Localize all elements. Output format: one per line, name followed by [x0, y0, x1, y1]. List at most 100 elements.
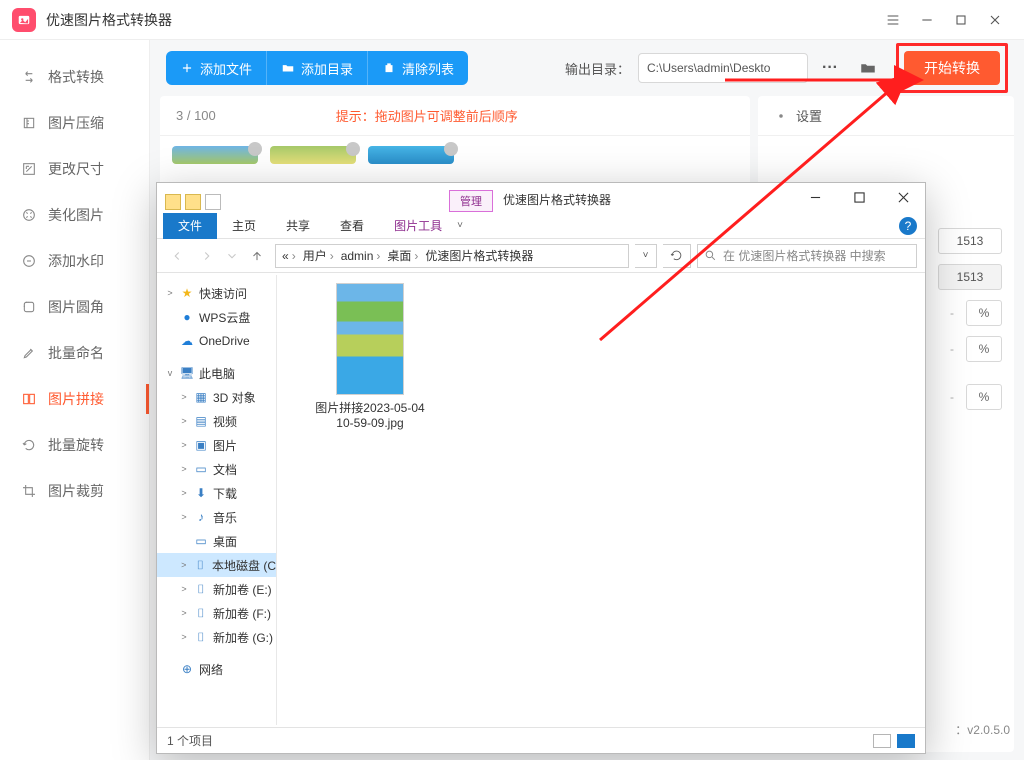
search-placeholder: 在 优速图片格式转换器 中搜索	[723, 247, 886, 264]
tree-item[interactable]: >▭文档	[157, 457, 276, 481]
sidebar-item-label: 批量命名	[48, 343, 104, 363]
breadcrumb-seg[interactable]: 用户	[303, 247, 337, 264]
ribbon-tab-share[interactable]: 共享	[271, 213, 325, 239]
image-count: 3 / 100	[176, 108, 216, 123]
sidebar-item-beautify[interactable]: 美化图片	[0, 192, 149, 238]
stitch-icon	[20, 390, 38, 408]
address-dropdown-button[interactable]: ˅	[635, 244, 657, 268]
view-mode-toggle[interactable]	[873, 734, 915, 748]
thumbnail[interactable]	[270, 146, 356, 164]
sidebar-item-label: 图片圆角	[48, 297, 104, 317]
sidebar-item-watermark[interactable]: 添加水印	[0, 238, 149, 284]
canvas-header: 3 / 100 提示：拖动图片可调整前后顺序	[160, 96, 750, 136]
help-icon[interactable]: ?	[899, 217, 917, 235]
unit-value[interactable]: %	[966, 300, 1002, 326]
open-folder-button[interactable]	[852, 53, 884, 83]
menu-button[interactable]	[876, 3, 910, 37]
unit-value[interactable]: %	[966, 336, 1002, 362]
search-icon	[704, 249, 717, 262]
ribbon-expand-icon[interactable]: ˅	[457, 220, 463, 231]
height-value[interactable]: 1513	[938, 264, 1002, 290]
sidebar-item-rename[interactable]: 批量命名	[0, 330, 149, 376]
breadcrumb-seg[interactable]: 桌面	[387, 247, 421, 264]
settings-label: 设置	[796, 106, 822, 125]
explorer-contextual-tab[interactable]: 管理	[449, 190, 493, 212]
nav-up-button[interactable]	[245, 244, 269, 268]
explorer-minimize-button[interactable]	[793, 183, 837, 211]
tree-item[interactable]: >⌷新加卷 (G:)	[157, 625, 276, 649]
explorer-close-button[interactable]	[881, 183, 925, 211]
sidebar-item-compress[interactable]: 图片压缩	[0, 100, 149, 146]
corner-icon	[20, 298, 38, 316]
tree-item[interactable]: ▭桌面	[157, 529, 276, 553]
sidebar-item-stitch[interactable]: 图片拼接	[0, 376, 149, 422]
address-box[interactable]: « 用户 admin 桌面 优速图片格式转换器	[275, 244, 629, 268]
tree-item[interactable]: >♪音乐	[157, 505, 276, 529]
sidebar-item-rotate[interactable]: 批量旋转	[0, 422, 149, 468]
sidebar-item-label: 格式转换	[48, 67, 104, 87]
tree-item[interactable]: >▣图片	[157, 433, 276, 457]
version-label: ：v2.0.5.0	[955, 721, 1010, 738]
sidebar-item-resize[interactable]: 更改尺寸	[0, 146, 149, 192]
sidebar-item-label: 批量旋转	[48, 435, 104, 455]
tree-item[interactable]: v🖥此电脑	[157, 361, 276, 385]
tree-icon: ⌷	[193, 581, 209, 597]
explorer-status-bar: 1 个项目	[157, 727, 925, 753]
refresh-button[interactable]	[663, 244, 691, 268]
sidebar-item-corner[interactable]: 图片圆角	[0, 284, 149, 330]
ribbon-tab-picture-tools[interactable]: 图片工具	[379, 213, 457, 239]
sidebar-item-crop[interactable]: 图片裁剪	[0, 468, 149, 514]
toolbar-button-group: 添加文件 添加目录 清除列表	[166, 51, 468, 85]
ribbon-tab-file[interactable]: 文件	[163, 213, 217, 239]
add-file-button[interactable]: 添加文件	[166, 51, 267, 85]
unit-value[interactable]: %	[966, 384, 1002, 410]
breadcrumb-seg[interactable]: 优速图片格式转换器	[425, 247, 539, 264]
tree-item[interactable]: >▦3D 对象	[157, 385, 276, 409]
output-dir-input[interactable]	[638, 53, 808, 83]
file-item[interactable]: 图片拼接2023-05-04 10-59-09.jpg	[305, 283, 435, 430]
nav-history-button[interactable]	[225, 244, 239, 268]
thumbnail[interactable]	[172, 146, 258, 164]
add-dir-button[interactable]: 添加目录	[267, 51, 368, 85]
sidebar: 格式转换 图片压缩 更改尺寸 美化图片 添加水印 图片圆角 批量命名 图片拼接 …	[0, 40, 150, 760]
tree-item[interactable]: >▤视频	[157, 409, 276, 433]
explorer-file-list[interactable]: 图片拼接2023-05-04 10-59-09.jpg	[277, 275, 925, 725]
nav-back-button[interactable]	[165, 244, 189, 268]
tree-icon: ⌷	[193, 557, 208, 573]
sidebar-item-label: 图片拼接	[48, 389, 104, 409]
output-more-button[interactable]: ···	[814, 53, 846, 83]
sidebar-item-convert[interactable]: 格式转换	[0, 54, 149, 100]
explorer-maximize-button[interactable]	[837, 183, 881, 211]
close-button[interactable]	[978, 3, 1012, 37]
tree-item[interactable]: >⌷新加卷 (E:)	[157, 577, 276, 601]
tree-item[interactable]: >⌷本地磁盘 (C	[157, 553, 276, 577]
minimize-button[interactable]	[910, 3, 944, 37]
maximize-button[interactable]	[944, 3, 978, 37]
app-title: 优速图片格式转换器	[46, 10, 172, 30]
breadcrumb-seg[interactable]: admin	[341, 249, 384, 263]
tree-item[interactable]: ●WPS云盘	[157, 305, 276, 329]
sidebar-item-label: 更改尺寸	[48, 159, 104, 179]
start-convert-button[interactable]: 开始转换	[904, 51, 1000, 85]
tree-icon: ⌷	[193, 605, 209, 621]
tree-item[interactable]: >★快速访问	[157, 281, 276, 305]
tree-item[interactable]: ☁OneDrive	[157, 329, 276, 353]
clear-list-button[interactable]: 清除列表	[368, 51, 468, 85]
tree-item[interactable]: ⊕网络	[157, 657, 276, 681]
tree-item[interactable]: >⬇下载	[157, 481, 276, 505]
ribbon-tab-home[interactable]: 主页	[217, 213, 271, 239]
ribbon-tab-view[interactable]: 查看	[325, 213, 379, 239]
watermark-icon	[20, 252, 38, 270]
explorer-titlebar[interactable]: 管理 优速图片格式转换器	[157, 183, 925, 213]
status-text: 1 个项目	[167, 732, 213, 749]
nav-forward-button[interactable]	[195, 244, 219, 268]
tree-item[interactable]: >⌷新加卷 (F:)	[157, 601, 276, 625]
explorer-search-input[interactable]: 在 优速图片格式转换器 中搜索	[697, 244, 917, 268]
width-value[interactable]: 1513	[938, 228, 1002, 254]
thumbnail[interactable]	[368, 146, 454, 164]
settings-header: 设置	[758, 96, 1014, 136]
explorer-quick-icons[interactable]	[157, 191, 229, 213]
breadcrumb-seg[interactable]: «	[282, 249, 299, 263]
compress-icon	[20, 114, 38, 132]
explorer-window-title: 优速图片格式转换器	[503, 191, 611, 208]
